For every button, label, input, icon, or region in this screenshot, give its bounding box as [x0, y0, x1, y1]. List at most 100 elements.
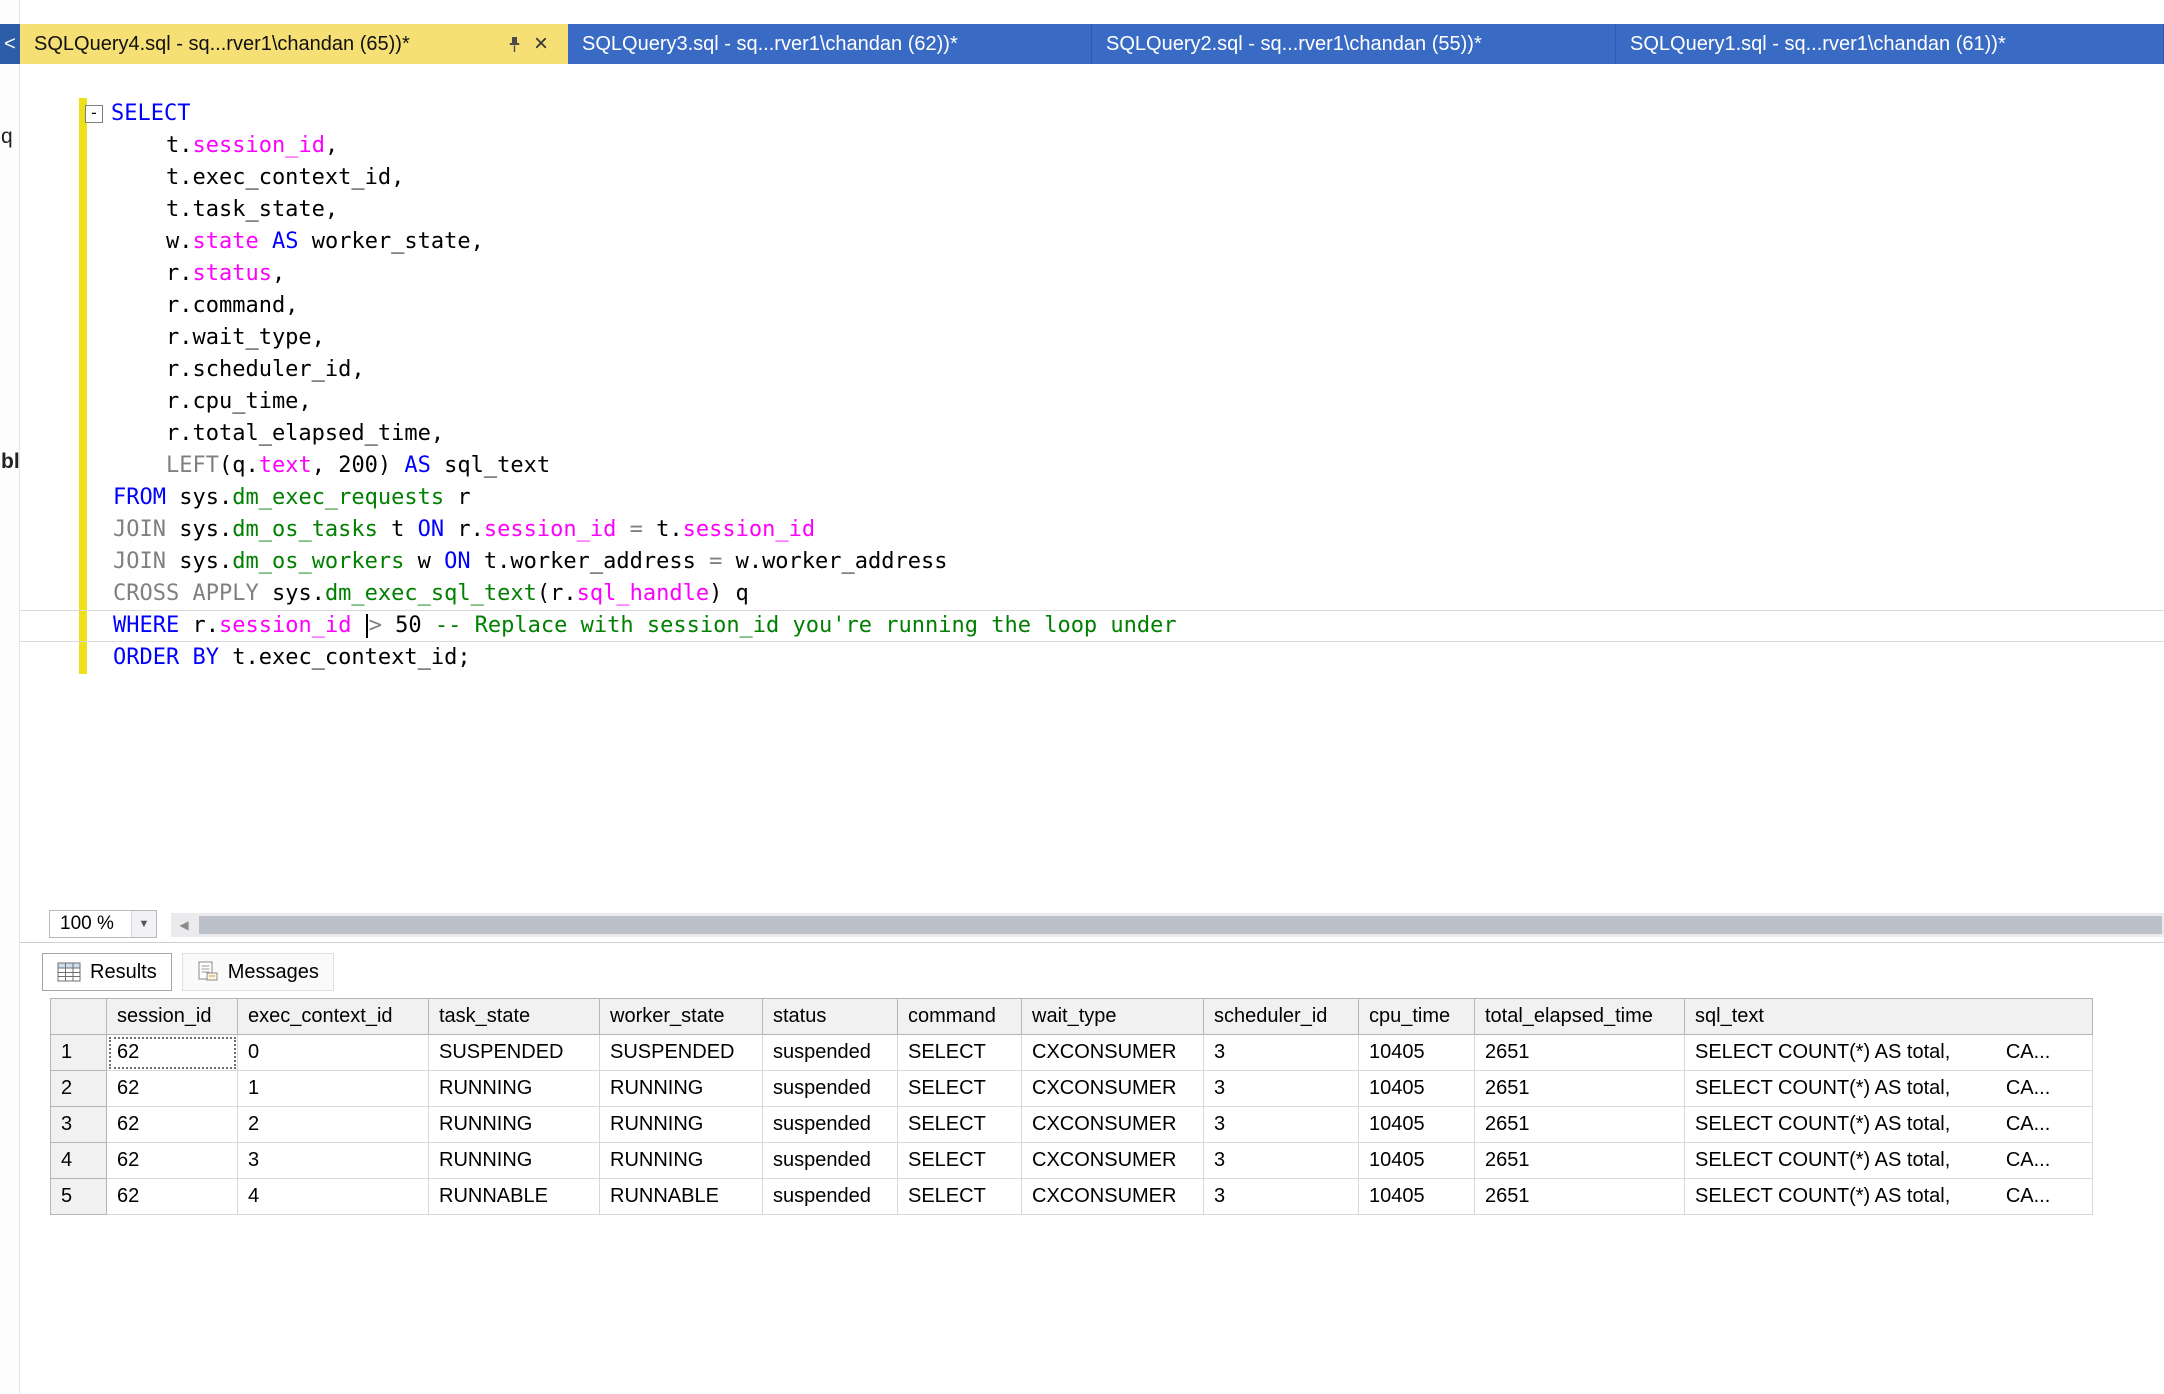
code-line[interactable]: r.scheduler_id,: [19, 354, 2164, 386]
grid-cell[interactable]: 2651: [1475, 1179, 1685, 1215]
code-line[interactable]: t.session_id,: [19, 130, 2164, 162]
grid-cell[interactable]: SUSPENDED: [429, 1035, 600, 1071]
horizontal-scrollbar[interactable]: ◀: [171, 913, 2164, 937]
tab-scroll-left-button[interactable]: <: [0, 24, 20, 64]
document-tab[interactable]: SQLQuery2.sql - sq...rver1\chandan (55))…: [1092, 24, 1616, 64]
row-number[interactable]: 3: [51, 1107, 107, 1143]
grid-cell[interactable]: RUNNABLE: [429, 1179, 600, 1215]
scrollbar-thumb[interactable]: [199, 916, 2162, 934]
column-header-scheduler_id[interactable]: scheduler_id: [1204, 999, 1359, 1035]
code-line[interactable]: -SELECT: [19, 98, 2164, 130]
code-line[interactable]: t.task_state,: [19, 194, 2164, 226]
grid-cell[interactable]: 3: [1204, 1179, 1359, 1215]
grid-cell[interactable]: 2651: [1475, 1035, 1685, 1071]
grid-cell[interactable]: 2651: [1475, 1071, 1685, 1107]
grid-cell[interactable]: RUNNING: [429, 1107, 600, 1143]
row-number[interactable]: 1: [51, 1035, 107, 1071]
code-line[interactable]: FROM sys.dm_exec_requests r: [19, 482, 2164, 514]
document-tab[interactable]: SQLQuery4.sql - sq...rver1\chandan (65))…: [20, 24, 568, 64]
grid-cell[interactable]: RUNNING: [600, 1071, 763, 1107]
grid-cell[interactable]: suspended: [763, 1143, 898, 1179]
close-icon[interactable]: ×: [528, 32, 554, 56]
grid-cell[interactable]: 10405: [1359, 1035, 1475, 1071]
column-header-session_id[interactable]: session_id: [107, 999, 238, 1035]
grid-cell[interactable]: 0: [238, 1035, 429, 1071]
grid-cell[interactable]: suspended: [763, 1035, 898, 1071]
grid-cell[interactable]: 3: [1204, 1071, 1359, 1107]
column-header-exec_context_id[interactable]: exec_context_id: [238, 999, 429, 1035]
column-header-command[interactable]: command: [898, 999, 1022, 1035]
column-header-cpu_time[interactable]: cpu_time: [1359, 999, 1475, 1035]
column-header-sql_text[interactable]: sql_text: [1685, 999, 2093, 1035]
grid-cell[interactable]: suspended: [763, 1179, 898, 1215]
grid-cell[interactable]: 3: [1204, 1143, 1359, 1179]
code-line[interactable]: JOIN sys.dm_os_workers w ON t.worker_add…: [19, 546, 2164, 578]
grid-cell[interactable]: CXCONSUMER: [1022, 1107, 1204, 1143]
grid-cell[interactable]: SELECT COUNT(*) AS total, CA...: [1685, 1107, 2093, 1143]
row-number[interactable]: 5: [51, 1179, 107, 1215]
code-line[interactable]: ORDER BY t.exec_context_id;: [19, 642, 2164, 674]
code-line[interactable]: r.status,: [19, 258, 2164, 290]
grid-cell[interactable]: 62: [107, 1107, 238, 1143]
grid-cell[interactable]: 62: [107, 1035, 238, 1071]
grid-cell[interactable]: SELECT: [898, 1143, 1022, 1179]
grid-cell[interactable]: suspended: [763, 1071, 898, 1107]
row-number[interactable]: 2: [51, 1071, 107, 1107]
grid-cell[interactable]: RUNNING: [600, 1107, 763, 1143]
collapse-toggle[interactable]: -: [85, 105, 103, 123]
code-line[interactable]: r.cpu_time,: [19, 386, 2164, 418]
column-header-worker_state[interactable]: worker_state: [600, 999, 763, 1035]
sql-editor[interactable]: -SELECT t.session_id, t.exec_context_id,…: [19, 64, 2164, 908]
code-line[interactable]: w.state AS worker_state,: [19, 226, 2164, 258]
column-header-wait_type[interactable]: wait_type: [1022, 999, 1204, 1035]
grid-cell[interactable]: 10405: [1359, 1107, 1475, 1143]
grid-cell[interactable]: 3: [1204, 1035, 1359, 1071]
grid-cell[interactable]: CXCONSUMER: [1022, 1143, 1204, 1179]
grid-cell[interactable]: 62: [107, 1143, 238, 1179]
pin-icon[interactable]: [501, 36, 528, 53]
code-line[interactable]: r.wait_type,: [19, 322, 2164, 354]
grid-cell[interactable]: CXCONSUMER: [1022, 1179, 1204, 1215]
code-line[interactable]: LEFT(q.text, 200) AS sql_text: [19, 450, 2164, 482]
column-header-total_elapsed_time[interactable]: total_elapsed_time: [1475, 999, 1685, 1035]
chevron-down-icon[interactable]: ▼: [131, 911, 156, 937]
grid-cell[interactable]: 2: [238, 1107, 429, 1143]
grid-corner[interactable]: [51, 999, 107, 1035]
grid-cell[interactable]: SELECT COUNT(*) AS total, CA...: [1685, 1179, 2093, 1215]
row-number[interactable]: 4: [51, 1143, 107, 1179]
grid-cell[interactable]: 3: [1204, 1107, 1359, 1143]
grid-cell[interactable]: SELECT COUNT(*) AS total, CA...: [1685, 1071, 2093, 1107]
column-header-status[interactable]: status: [763, 999, 898, 1035]
grid-cell[interactable]: 1: [238, 1071, 429, 1107]
code-line[interactable]: CROSS APPLY sys.dm_exec_sql_text(r.sql_h…: [19, 578, 2164, 610]
code-line[interactable]: r.total_elapsed_time,: [19, 418, 2164, 450]
column-header-task_state[interactable]: task_state: [429, 999, 600, 1035]
grid-cell[interactable]: 62: [107, 1071, 238, 1107]
grid-cell[interactable]: SUSPENDED: [600, 1035, 763, 1071]
grid-cell[interactable]: SELECT COUNT(*) AS total, CA...: [1685, 1035, 2093, 1071]
code-line[interactable]: JOIN sys.dm_os_tasks t ON r.session_id =…: [19, 514, 2164, 546]
tab-results[interactable]: Results: [42, 953, 172, 991]
grid-cell[interactable]: RUNNING: [429, 1071, 600, 1107]
grid-cell[interactable]: SELECT: [898, 1071, 1022, 1107]
document-tab[interactable]: SQLQuery3.sql - sq...rver1\chandan (62))…: [568, 24, 1092, 64]
grid-cell[interactable]: SELECT: [898, 1035, 1022, 1071]
code-line[interactable]: t.exec_context_id,: [19, 162, 2164, 194]
grid-cell[interactable]: 10405: [1359, 1143, 1475, 1179]
grid-cell[interactable]: 10405: [1359, 1179, 1475, 1215]
scroll-left-arrow-icon[interactable]: ◀: [171, 913, 197, 937]
grid-cell[interactable]: SELECT: [898, 1107, 1022, 1143]
grid-cell[interactable]: CXCONSUMER: [1022, 1035, 1204, 1071]
grid-cell[interactable]: suspended: [763, 1107, 898, 1143]
grid-cell[interactable]: 2651: [1475, 1107, 1685, 1143]
zoom-selector[interactable]: 100 % ▼: [49, 910, 157, 938]
grid-cell[interactable]: 2651: [1475, 1143, 1685, 1179]
grid-cell[interactable]: 10405: [1359, 1071, 1475, 1107]
grid-cell[interactable]: CXCONSUMER: [1022, 1071, 1204, 1107]
grid-cell[interactable]: 3: [238, 1143, 429, 1179]
code-line[interactable]: WHERE r.session_id > 50 -- Replace with …: [19, 610, 2164, 642]
grid-cell[interactable]: RUNNING: [429, 1143, 600, 1179]
grid-cell[interactable]: RUNNING: [600, 1143, 763, 1179]
tab-messages[interactable]: Messages: [182, 953, 334, 991]
document-tab[interactable]: SQLQuery1.sql - sq...rver1\chandan (61))…: [1616, 24, 2164, 64]
